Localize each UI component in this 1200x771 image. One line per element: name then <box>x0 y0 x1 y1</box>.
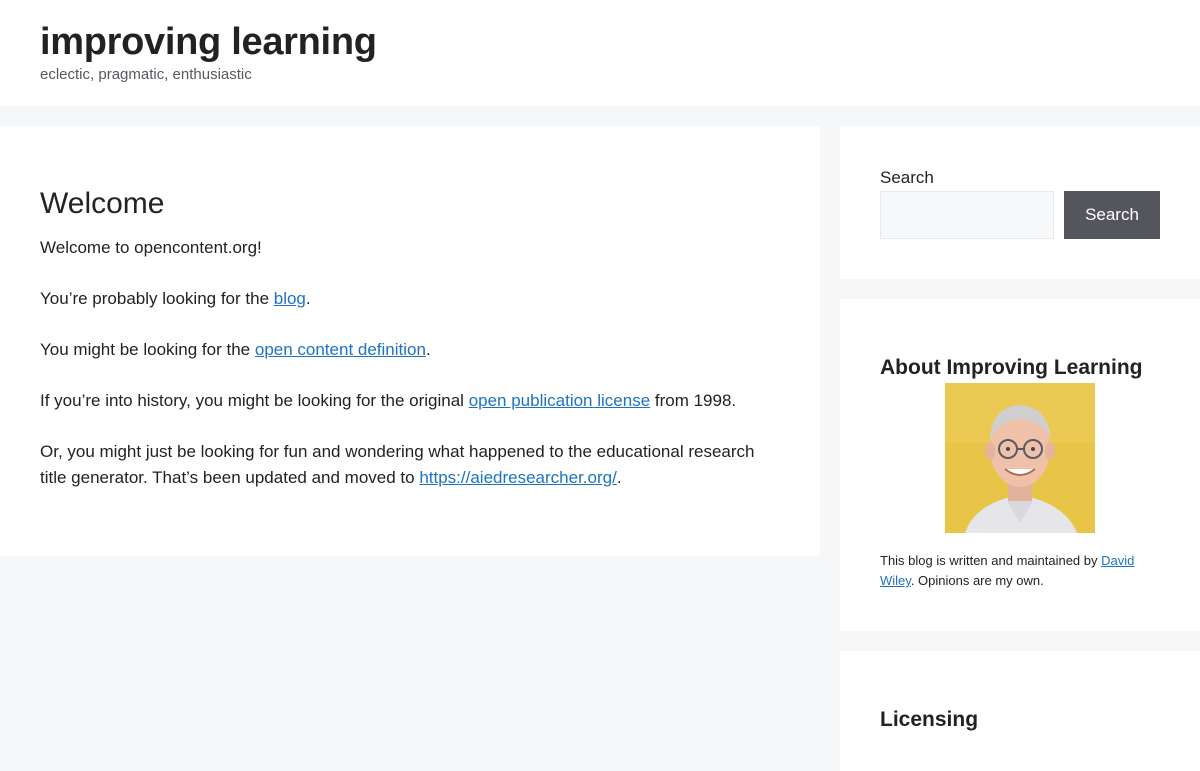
site-title[interactable]: improving learning <box>40 18 377 66</box>
about-text: This blog is written and maintained by D… <box>880 551 1165 591</box>
paragraph-text: Or, you might just be looking for fun an… <box>40 442 755 487</box>
paragraph-generator: Or, you might just be looking for fun an… <box>40 439 770 491</box>
paragraph-text: Welcome to opencontent.org! <box>40 238 262 257</box>
paragraph-welcome: Welcome to opencontent.org! <box>40 235 770 261</box>
content-body: Welcome to opencontent.org! You’re proba… <box>40 235 770 516</box>
search-button[interactable]: Search <box>1064 191 1160 239</box>
author-photo <box>945 383 1095 533</box>
paragraph-definition: You might be looking for the open conten… <box>40 337 770 363</box>
author-photo-image <box>945 383 1095 533</box>
aiedresearcher-link[interactable]: https://aiedresearcher.org/ <box>419 468 617 487</box>
search-widget: Search Search <box>840 126 1200 279</box>
search-label: Search <box>880 168 934 187</box>
paragraph-text: . <box>616 468 622 487</box>
paragraph-text: . <box>425 340 431 359</box>
blog-link[interactable]: blog <box>274 289 306 308</box>
paragraph-text: . <box>305 289 311 308</box>
main-content: Welcome Welcome to opencontent.org! You’… <box>0 126 820 556</box>
open-content-definition-link[interactable]: open content definition <box>255 340 426 359</box>
paragraph-text: from 1998. <box>650 391 737 410</box>
licensing-widget-title: Licensing <box>880 708 979 732</box>
paragraph-text: You might be looking for the <box>40 340 255 359</box>
search-input[interactable] <box>880 191 1054 239</box>
paragraph-text: You’re probably looking for the <box>40 289 274 308</box>
site-header: improving learning eclectic, pragmatic, … <box>0 0 1200 106</box>
site-tagline: eclectic, pragmatic, enthusiastic <box>40 66 252 83</box>
about-widget: About Improving Learning This blog is wr… <box>840 299 1200 631</box>
paragraph-blog: You’re probably looking for the blog. <box>40 286 770 312</box>
paragraph-history: If you’re into history, you might be loo… <box>40 388 770 414</box>
about-widget-title: About Improving Learning <box>880 356 1143 380</box>
about-text-after: . Opinions are my own. <box>910 573 1044 588</box>
paragraph-text: If you’re into history, you might be loo… <box>40 391 469 410</box>
open-publication-license-link[interactable]: open publication license <box>469 391 650 410</box>
about-text-before: This blog is written and maintained by <box>880 553 1102 568</box>
licensing-widget: Licensing <box>840 651 1200 771</box>
page-title: Welcome <box>40 187 165 221</box>
